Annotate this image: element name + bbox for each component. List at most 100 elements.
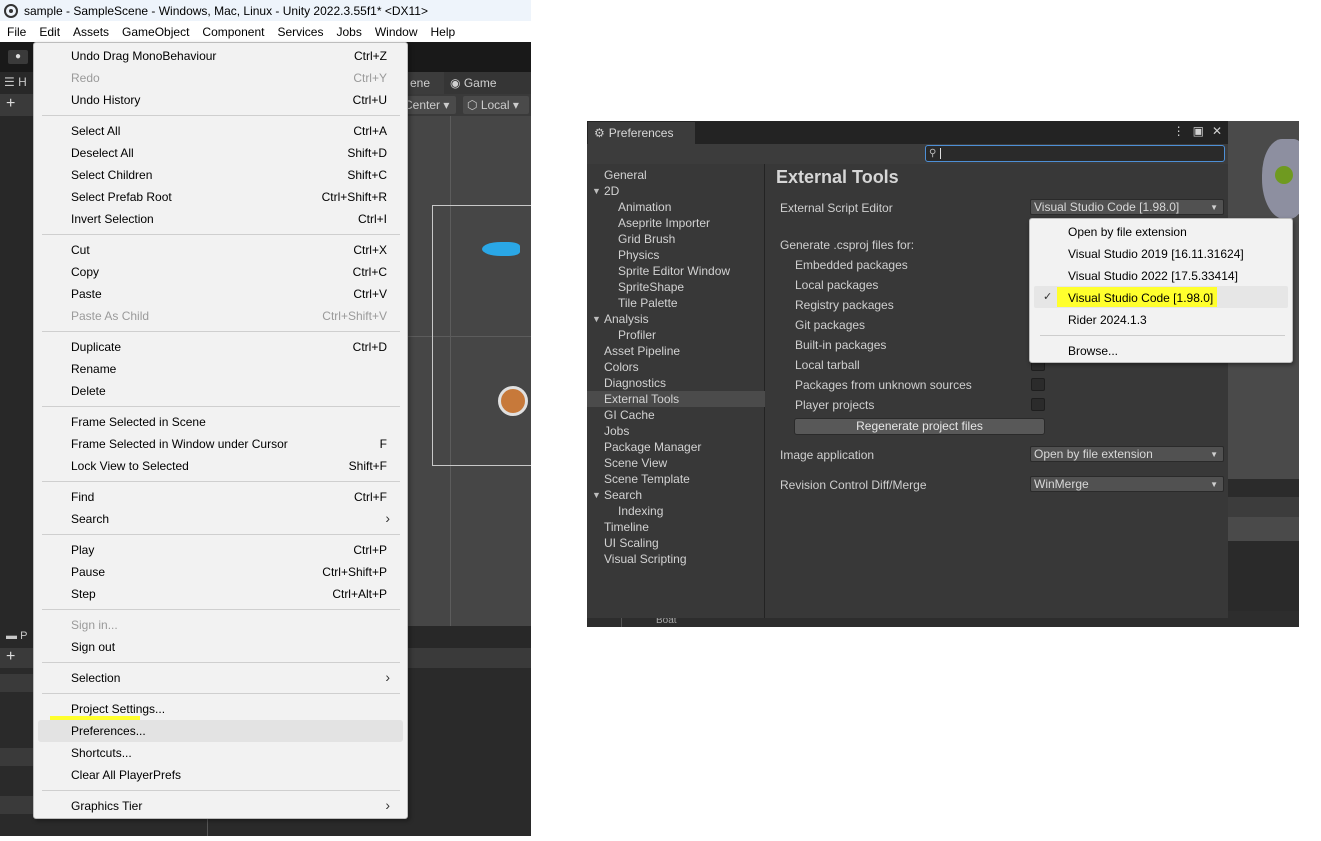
tab-preferences[interactable]: ⚙ Preferences: [588, 122, 695, 144]
menu-item-select-prefab-root[interactable]: Select Prefab Root Ctrl+Shift+R: [38, 186, 403, 208]
option-label: Open by file extension: [1068, 225, 1187, 239]
script-editor-dropdown[interactable]: Visual Studio Code [1.98.0] ▼: [1030, 199, 1224, 215]
nav-visual-scripting[interactable]: Visual Scripting: [587, 551, 765, 567]
tab-hierarchy[interactable]: ☰ H: [4, 75, 27, 89]
nav-ui-scaling[interactable]: UI Scaling: [587, 535, 765, 551]
nav-asset-pipeline[interactable]: Asset Pipeline: [587, 343, 765, 359]
menu-item-undo[interactable]: Undo Drag MonoBehaviour Ctrl+Z: [38, 45, 403, 67]
nav-aseprite-importer[interactable]: Aseprite Importer: [587, 215, 765, 231]
account-icon[interactable]: ●: [8, 50, 28, 64]
foldout-icon[interactable]: ▼: [592, 183, 601, 199]
foldout-icon[interactable]: ▼: [592, 311, 601, 327]
option-open-by-extension[interactable]: Open by file extension: [1034, 220, 1288, 242]
nav-jobs[interactable]: Jobs: [587, 423, 765, 439]
menu-gameobject[interactable]: GameObject: [115, 25, 195, 39]
menu-item-duplicate[interactable]: Duplicate Ctrl+D: [38, 336, 403, 358]
menu-item-graphics-tier[interactable]: Graphics Tier ›: [38, 795, 403, 817]
option-browse[interactable]: Browse...: [1034, 339, 1288, 361]
menu-item-select-children[interactable]: Select Children Shift+C: [38, 164, 403, 186]
nav-2d[interactable]: ▼ 2D: [587, 183, 765, 199]
nav-tile-palette[interactable]: Tile Palette: [587, 295, 765, 311]
menu-item-select-all[interactable]: Select All Ctrl+A: [38, 120, 403, 142]
menu-item-search[interactable]: Search ›: [38, 508, 403, 530]
preferences-search-input[interactable]: ⚲: [925, 145, 1225, 162]
menu-item-pause[interactable]: Pause Ctrl+Shift+P: [38, 561, 403, 583]
add-icon[interactable]: +: [6, 94, 15, 114]
regenerate-project-files-button[interactable]: Regenerate project files: [794, 418, 1045, 435]
menu-item-find[interactable]: Find Ctrl+F: [38, 486, 403, 508]
menu-item-paste[interactable]: Paste Ctrl+V: [38, 283, 403, 305]
space-dropdown[interactable]: ⬡ Local ▾: [463, 96, 529, 114]
option-rider[interactable]: Rider 2024.1.3: [1034, 308, 1288, 330]
menu-services[interactable]: Services: [270, 25, 329, 39]
menu-item-clear-playerprefs[interactable]: Clear All PlayerPrefs: [38, 764, 403, 786]
menu-jobs[interactable]: Jobs: [329, 25, 367, 39]
nav-label: Analysis: [604, 312, 649, 326]
menu-item-selection[interactable]: Selection ›: [38, 667, 403, 689]
food-sprite[interactable]: [498, 386, 528, 416]
menu-item-deselect-all[interactable]: Deselect All Shift+D: [38, 142, 403, 164]
player-projects-checkbox[interactable]: [1031, 398, 1045, 411]
nav-diagnostics[interactable]: Diagnostics: [587, 375, 765, 391]
option-vs-code[interactable]: ✓ Visual Studio Code [1.98.0]: [1034, 286, 1288, 308]
menu-item-play[interactable]: Play Ctrl+P: [38, 539, 403, 561]
nav-colors[interactable]: Colors: [587, 359, 765, 375]
maximize-icon[interactable]: ▣: [1193, 124, 1204, 138]
add-asset-icon[interactable]: +: [6, 648, 15, 666]
menu-window[interactable]: Window: [368, 25, 424, 39]
tab-project[interactable]: ▬ P: [6, 630, 27, 642]
favorites-row[interactable]: [0, 674, 36, 692]
nav-analysis[interactable]: ▼ Analysis: [587, 311, 765, 327]
menu-item-preferences[interactable]: Preferences...: [38, 720, 403, 742]
menu-item-project-settings[interactable]: Project Settings...: [38, 698, 403, 720]
nav-grid-brush[interactable]: Grid Brush: [587, 231, 765, 247]
menu-item-undo-history[interactable]: Undo History Ctrl+U: [38, 89, 403, 111]
menu-edit[interactable]: Edit: [32, 25, 66, 39]
menu-item-invert-selection[interactable]: Invert Selection Ctrl+I: [38, 208, 403, 230]
image-application-dropdown[interactable]: Open by file extension ▼: [1030, 446, 1224, 462]
menu-item-sign-out[interactable]: Sign out: [38, 636, 403, 658]
nav-gi-cache[interactable]: GI Cache: [587, 407, 765, 423]
option-vs-2022[interactable]: Visual Studio 2022 [17.5.33414]: [1034, 264, 1288, 286]
menu-help[interactable]: Help: [424, 25, 462, 39]
nav-general[interactable]: General: [587, 167, 765, 183]
menu-item-rename[interactable]: Rename: [38, 358, 403, 380]
menu-item-delete[interactable]: Delete: [38, 380, 403, 402]
menu-item-shortcuts[interactable]: Shortcuts...: [38, 742, 403, 764]
tab-scene[interactable]: ene: [404, 72, 444, 94]
foldout-icon[interactable]: ▼: [592, 487, 601, 503]
menu-item-frame-selected[interactable]: Frame Selected in Scene: [38, 411, 403, 433]
nav-label: Search: [604, 488, 643, 502]
pivot-dropdown[interactable]: Center ▾: [400, 96, 456, 114]
menu-item-copy[interactable]: Copy Ctrl+C: [38, 261, 403, 283]
tab-game[interactable]: ◉ Game: [444, 72, 531, 94]
fish-sprite[interactable]: [482, 242, 520, 256]
nav-indexing[interactable]: Indexing: [587, 503, 765, 519]
menu-item-frame-under-cursor[interactable]: Frame Selected in Window under Cursor F: [38, 433, 403, 455]
menu-item-lock-view[interactable]: Lock View to Selected Shift+F: [38, 455, 403, 477]
nav-profiler[interactable]: Profiler: [587, 327, 765, 343]
close-icon[interactable]: ✕: [1212, 124, 1222, 138]
packages-row[interactable]: [0, 796, 36, 814]
nav-animation[interactable]: Animation: [587, 199, 765, 215]
nav-spriteshape[interactable]: SpriteShape: [587, 279, 765, 295]
pkg-unknown-checkbox[interactable]: [1031, 378, 1045, 391]
menu-file[interactable]: File: [0, 25, 32, 39]
assets-row[interactable]: [0, 748, 36, 766]
nav-search[interactable]: ▼ Search: [587, 487, 765, 503]
nav-scene-template[interactable]: Scene Template: [587, 471, 765, 487]
nav-scene-view[interactable]: Scene View: [587, 455, 765, 471]
nav-package-manager[interactable]: Package Manager: [587, 439, 765, 455]
nav-physics[interactable]: Physics: [587, 247, 765, 263]
menu-item-cut[interactable]: Cut Ctrl+X: [38, 239, 403, 261]
menu-item-step[interactable]: Step Ctrl+Alt+P: [38, 583, 403, 605]
nav-external-tools[interactable]: External Tools: [587, 391, 765, 407]
panel-splitter[interactable]: [207, 818, 208, 836]
option-vs-2019[interactable]: Visual Studio 2019 [16.11.31624]: [1034, 242, 1288, 264]
menu-assets[interactable]: Assets: [66, 25, 115, 39]
more-options-icon[interactable]: ⋮: [1173, 124, 1185, 138]
nav-sprite-editor-window[interactable]: Sprite Editor Window: [587, 263, 765, 279]
menu-component[interactable]: Component: [195, 25, 270, 39]
diff-merge-dropdown[interactable]: WinMerge ▼: [1030, 476, 1224, 492]
nav-timeline[interactable]: Timeline: [587, 519, 765, 535]
